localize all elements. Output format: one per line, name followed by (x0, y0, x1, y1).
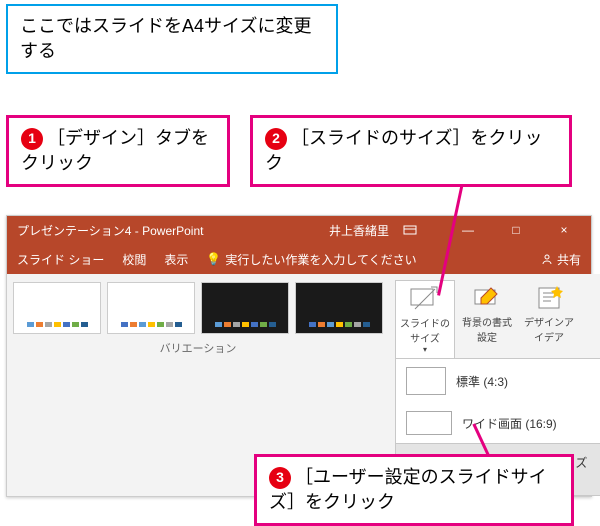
dropdown-widescreen[interactable]: ワイド画面 (16:9) (396, 403, 600, 443)
share-label: 共有 (557, 251, 581, 268)
step3-callout: 3［ユーザー設定のスライドサイズ］をクリック (254, 454, 574, 526)
step2-text: ［スライドのサイズ］をクリック (265, 128, 542, 173)
chevron-down-icon: ▾ (398, 345, 452, 354)
variation-thumb-3[interactable] (201, 282, 289, 334)
variation-thumb-1[interactable] (13, 282, 101, 334)
slide-size-label: スライドのサイズ (398, 315, 452, 345)
step3-text: ［ユーザー設定のスライドサイズ］をクリック (269, 467, 547, 512)
step2-num: 2 (265, 128, 287, 150)
window-title: プレゼンテーション4 - PowerPoint (17, 222, 329, 239)
step2-callout: 2［スライドのサイズ］をクリック (250, 115, 572, 187)
design-ideas-button[interactable]: デザインアイデア (519, 280, 579, 358)
tab-review[interactable]: 校閲 (122, 251, 146, 268)
intro-text: ここではスライドをA4サイズに変更する (20, 16, 311, 61)
close-button[interactable]: × (547, 223, 581, 237)
design-ideas-label: デザインアイデア (521, 314, 577, 344)
ribbon-display-button[interactable] (403, 224, 437, 236)
dropdown-standard[interactable]: 標準 (4:3) (396, 359, 600, 403)
step1-text: ［デザイン］タブをクリック (21, 128, 209, 173)
thumb-16-9-icon (406, 411, 452, 435)
tell-me-text: 実行したい作業を入力してください (225, 251, 416, 268)
dropdown-wide-label: ワイド画面 (16:9) (462, 415, 557, 432)
minimize-button[interactable]: — (451, 223, 485, 237)
maximize-button[interactable]: □ (499, 223, 533, 237)
dropdown-standard-label: 標準 (4:3) (456, 373, 508, 390)
format-bg-label: 背景の書式設定 (459, 314, 515, 344)
variation-thumb-2[interactable] (107, 282, 195, 334)
ribbon-bar: スライド ショー 校閲 表示 💡 実行したい作業を入力してください 共有 (7, 244, 591, 274)
slide-size-icon (409, 285, 441, 313)
thumb-4-3-icon (406, 367, 446, 395)
slide-size-button[interactable]: スライドのサイズ ▾ (395, 280, 455, 358)
intro-callout: ここではスライドをA4サイズに変更する (6, 4, 338, 74)
format-bg-icon (471, 284, 503, 312)
variation-row (13, 282, 383, 334)
tab-slideshow[interactable]: スライド ショー (17, 251, 104, 268)
tell-me[interactable]: 💡 実行したい作業を入力してください (206, 251, 416, 268)
step1-callout: 1［デザイン］タブをクリック (6, 115, 230, 187)
titlebar: プレゼンテーション4 - PowerPoint 井上香緒里 — □ × (7, 216, 591, 244)
design-ideas-icon (533, 284, 565, 312)
user-name: 井上香緒里 (329, 222, 389, 239)
customize-buttons: スライドのサイズ ▾ 背景の書式設定 デザインアイデア (395, 280, 600, 358)
lightbulb-icon: 💡 (206, 252, 221, 266)
share-icon (541, 253, 553, 265)
variations-label: バリエーション (13, 334, 383, 360)
step1-num: 1 (21, 128, 43, 150)
share-button[interactable]: 共有 (541, 251, 581, 268)
tab-view[interactable]: 表示 (164, 251, 188, 268)
step3-num: 3 (269, 467, 291, 489)
titlebar-right: 井上香緒里 — □ × (329, 222, 581, 239)
format-background-button[interactable]: 背景の書式設定 (457, 280, 517, 358)
variation-thumb-4[interactable] (295, 282, 383, 334)
